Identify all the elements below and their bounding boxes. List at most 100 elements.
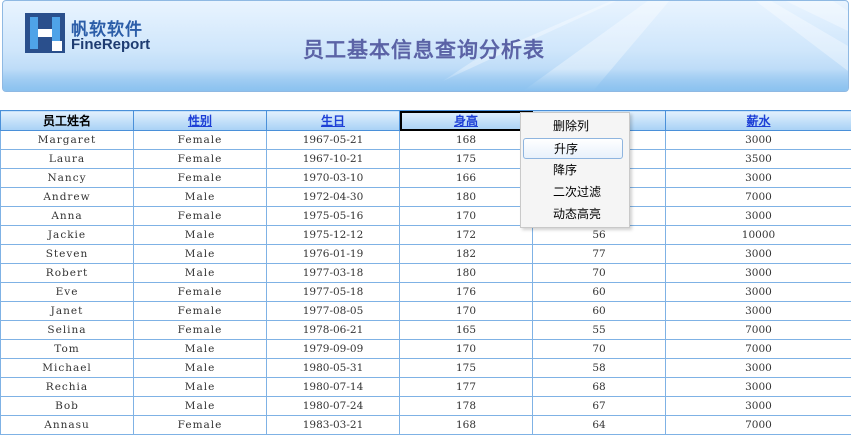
cell-weight: 60 — [532, 301, 666, 321]
cell-employee-name: Laura — [0, 149, 134, 169]
column-header-gender[interactable]: 性别 — [133, 110, 267, 131]
table-row: Steven Male 1976-01-19 182 77 3000 — [0, 244, 851, 264]
cell-salary: 7000 — [665, 187, 851, 207]
cell-weight: 60 — [532, 282, 666, 302]
cell-gender: Female — [133, 149, 267, 169]
cell-height: 175 — [399, 358, 533, 378]
table-row: Michael Male 1980-05-31 175 58 3000 — [0, 358, 851, 378]
cell-height: 177 — [399, 377, 533, 397]
employee-table: 员工姓名 性别 生日 身高 薪水 Margaret Female 1967-05-21 168… — [0, 110, 851, 435]
table-header-row: 员工姓名 性别 生日 身高 薪水 — [0, 110, 851, 131]
cell-birthday: 1983-03-21 — [266, 415, 400, 435]
table-row: Jackie Male 1975-12-12 172 56 10000 — [0, 225, 851, 245]
cell-employee-name: Michael — [0, 358, 134, 378]
table-row: Laura Female 1967-10-21 175 3500 — [0, 149, 851, 169]
menu-item-secondary-filter[interactable]: 二次过滤 — [523, 182, 623, 203]
table-row: Nancy Female 1970-03-10 166 3000 — [0, 168, 851, 188]
cell-employee-name: Robert — [0, 263, 134, 283]
cell-weight: 55 — [532, 320, 666, 340]
cell-salary: 7000 — [665, 415, 851, 435]
column-header-employee-name[interactable]: 员工姓名 — [0, 110, 134, 131]
cell-height: 170 — [399, 301, 533, 321]
cell-salary: 10000 — [665, 225, 851, 245]
cell-weight: 58 — [532, 358, 666, 378]
cell-birthday: 1978-06-21 — [266, 320, 400, 340]
cell-weight: 77 — [532, 244, 666, 264]
cell-birthday: 1967-05-21 — [266, 130, 400, 150]
cell-gender: Female — [133, 282, 267, 302]
cell-gender: Female — [133, 301, 267, 321]
column-header-height[interactable]: 身高 — [399, 110, 533, 131]
cell-gender: Male — [133, 339, 267, 359]
cell-salary: 3000 — [665, 168, 851, 188]
banner-bottom-strip — [3, 69, 848, 91]
table-row: Rechia Male 1980-07-14 177 68 3000 — [0, 377, 851, 397]
cell-gender: Male — [133, 358, 267, 378]
cell-gender: Male — [133, 377, 267, 397]
cell-weight: 56 — [532, 225, 666, 245]
cell-height: 168 — [399, 415, 533, 435]
cell-birthday: 1975-12-12 — [266, 225, 400, 245]
cell-salary: 3000 — [665, 130, 851, 150]
cell-salary: 3000 — [665, 244, 851, 264]
cell-height: 170 — [399, 339, 533, 359]
cell-salary: 7000 — [665, 320, 851, 340]
cell-gender: Female — [133, 168, 267, 188]
cell-birthday: 1975-05-16 — [266, 206, 400, 226]
cell-height: 165 — [399, 320, 533, 340]
column-header-birthday[interactable]: 生日 — [266, 110, 400, 131]
cell-weight: 70 — [532, 263, 666, 283]
cell-employee-name: Rechia — [0, 377, 134, 397]
table-row: Margaret Female 1967-05-21 168 3000 — [0, 130, 851, 150]
cell-employee-name: Selina — [0, 320, 134, 340]
cell-salary: 3500 — [665, 149, 851, 169]
cell-salary: 3000 — [665, 301, 851, 321]
cell-employee-name: Jackie — [0, 225, 134, 245]
menu-item-delete-column[interactable]: 删除列 — [523, 116, 623, 137]
menu-item-sort-ascending[interactable]: 升序 — [523, 138, 623, 159]
finereport-logo-icon — [25, 13, 65, 53]
cell-gender: Female — [133, 320, 267, 340]
cell-gender: Male — [133, 396, 267, 416]
cell-birthday: 1977-03-18 — [266, 263, 400, 283]
cell-height: 180 — [399, 263, 533, 283]
cell-gender: Male — [133, 225, 267, 245]
cell-gender: Female — [133, 130, 267, 150]
cell-salary: 3000 — [665, 263, 851, 283]
cell-salary: 3000 — [665, 206, 851, 226]
cell-gender: Female — [133, 206, 267, 226]
cell-gender: Male — [133, 263, 267, 283]
cell-birthday: 1980-05-31 — [266, 358, 400, 378]
cell-birthday: 1972-04-30 — [266, 187, 400, 207]
cell-employee-name: Eve — [0, 282, 134, 302]
cell-height: 180 — [399, 187, 533, 207]
cell-birthday: 1979-09-09 — [266, 339, 400, 359]
cell-salary: 3000 — [665, 377, 851, 397]
cell-birthday: 1980-07-14 — [266, 377, 400, 397]
cell-birthday: 1970-03-10 — [266, 168, 400, 188]
menu-item-sort-descending[interactable]: 降序 — [523, 160, 623, 181]
cell-salary: 3000 — [665, 396, 851, 416]
cell-birthday: 1977-05-18 — [266, 282, 400, 302]
cell-gender: Male — [133, 187, 267, 207]
table-row: Eve Female 1977-05-18 176 60 3000 — [0, 282, 851, 302]
cell-employee-name: Janet — [0, 301, 134, 321]
report-header-banner: 帆软软件 FineReport 员工基本信息查询分析表 — [2, 0, 849, 92]
cell-employee-name: Margaret — [0, 130, 134, 150]
menu-item-dynamic-highlight[interactable]: 动态高亮 — [523, 204, 623, 225]
table-row: Anna Female 1975-05-16 170 3000 — [0, 206, 851, 226]
table-row: Robert Male 1977-03-18 180 70 3000 — [0, 263, 851, 283]
cell-salary: 7000 — [665, 339, 851, 359]
cell-height: 175 — [399, 149, 533, 169]
cell-birthday: 1967-10-21 — [266, 149, 400, 169]
cell-height: 170 — [399, 206, 533, 226]
cell-birthday: 1977-08-05 — [266, 301, 400, 321]
column-header-salary[interactable]: 薪水 — [665, 110, 851, 131]
cell-weight: 64 — [532, 415, 666, 435]
cell-employee-name: Tom — [0, 339, 134, 359]
cell-employee-name: Annasu — [0, 415, 134, 435]
cell-height: 182 — [399, 244, 533, 264]
column-context-menu: 删除列 升序 降序 二次过滤 动态高亮 — [520, 112, 630, 228]
cell-birthday: 1980-07-24 — [266, 396, 400, 416]
table-row: Janet Female 1977-08-05 170 60 3000 — [0, 301, 851, 321]
